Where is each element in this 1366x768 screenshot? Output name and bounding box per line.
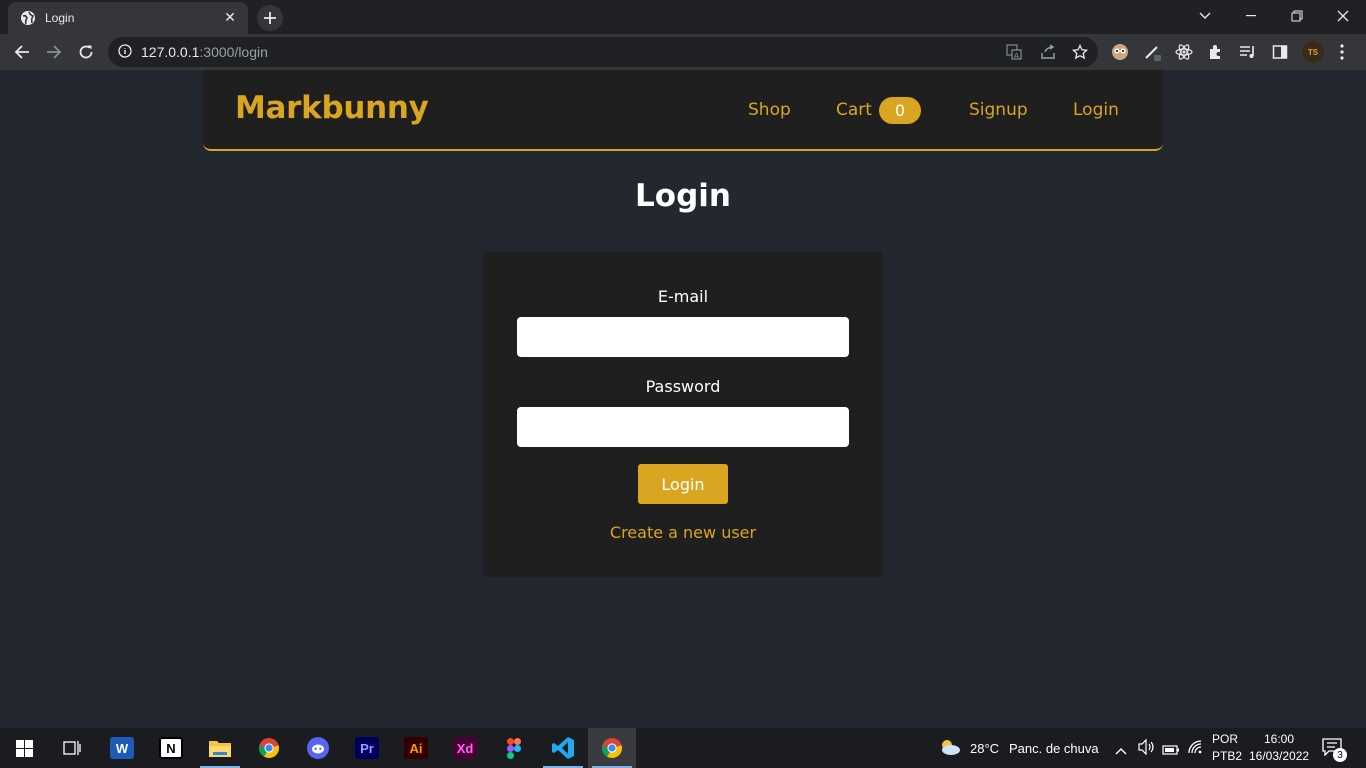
tab-close-icon[interactable]: ✕ — [222, 10, 238, 26]
chrome-icon[interactable] — [245, 728, 293, 768]
browser-tabstrip: Login ✕ — [0, 0, 1366, 34]
extension-pen-icon[interactable] — [1142, 42, 1162, 62]
bookmark-star-icon[interactable] — [1071, 43, 1089, 60]
word-icon-glyph: W — [110, 737, 134, 759]
figma-icon[interactable] — [490, 728, 538, 768]
share-icon[interactable] — [1040, 44, 1056, 60]
new-tab-button[interactable] — [257, 5, 283, 31]
wifi-icon[interactable] — [1187, 739, 1205, 759]
minimize-icon[interactable] — [1228, 0, 1274, 32]
tab-search-icon[interactable] — [1182, 0, 1228, 32]
forward-arrow-icon[interactable] — [40, 38, 68, 66]
svg-text:A: A — [1014, 52, 1019, 60]
browser-toolbar: 127.0.0.1:3000/login A TS — [0, 34, 1366, 70]
login-button[interactable]: Login — [638, 464, 728, 504]
premiere-icon-glyph: Pr — [355, 737, 379, 759]
chrome-active-icon[interactable] — [588, 728, 636, 768]
profile-avatar[interactable]: TS — [1302, 41, 1324, 63]
page-viewport: Markbunny Shop Cart 0 Signup Login Login… — [0, 70, 1366, 728]
file-explorer-icon[interactable] — [196, 728, 244, 768]
login-form: E-mail Password Login Create a new user — [483, 252, 883, 577]
clock-date[interactable]: 16/03/2022 — [1249, 749, 1309, 763]
url-text: 127.0.0.1:3000/login — [141, 44, 268, 60]
close-window-icon[interactable] — [1320, 0, 1366, 32]
info-icon[interactable] — [118, 43, 132, 62]
password-label: Password — [645, 377, 721, 396]
nav-login-link[interactable]: Login — [1073, 100, 1119, 120]
word-icon[interactable]: W — [98, 728, 146, 768]
xd-icon-glyph: Xd — [453, 737, 477, 759]
reload-icon[interactable] — [72, 38, 100, 66]
profile-avatar-label: TS — [1307, 47, 1319, 57]
notion-icon[interactable]: N — [147, 728, 195, 768]
clock-time[interactable]: 16:00 — [1264, 732, 1294, 746]
xd-icon[interactable]: Xd — [441, 728, 489, 768]
illustrator-icon[interactable]: Ai — [392, 728, 440, 768]
language-indicator[interactable]: POR — [1212, 732, 1238, 746]
password-field[interactable] — [517, 407, 849, 447]
email-label: E-mail — [657, 287, 709, 306]
weather-temperature[interactable]: 28°C — [970, 741, 999, 756]
back-arrow-icon[interactable] — [8, 38, 36, 66]
globe-icon — [20, 10, 36, 26]
windows-taskbar: W N Pr Ai Xd 28°C Panc. de chuva POR PTB… — [0, 728, 1366, 768]
page-title: Login — [635, 178, 731, 214]
plus-icon — [264, 12, 276, 24]
react-devtools-icon[interactable] — [1174, 42, 1194, 62]
site-navbar: Markbunny Shop Cart 0 Signup Login — [203, 70, 1163, 151]
nav-signup-link[interactable]: Signup — [969, 100, 1028, 120]
windows-start-icon[interactable] — [0, 728, 48, 768]
weather-icon[interactable] — [938, 738, 962, 762]
email-field[interactable] — [517, 317, 849, 357]
site-logo[interactable]: Markbunny — [235, 90, 429, 126]
side-panel-icon[interactable] — [1270, 42, 1290, 62]
nav-shop-link[interactable]: Shop — [748, 100, 791, 120]
battery-icon[interactable] — [1162, 741, 1180, 760]
browser-tab[interactable]: Login ✕ — [8, 2, 248, 34]
browser-menu-icon[interactable] — [1332, 42, 1352, 62]
task-view-icon[interactable] — [48, 728, 96, 768]
illustrator-icon-glyph: Ai — [404, 737, 428, 759]
extension-owl-icon[interactable] — [1110, 42, 1130, 62]
tab-title: Login — [45, 11, 75, 25]
create-user-link[interactable]: Create a new user — [483, 523, 883, 542]
notion-icon-glyph: N — [159, 737, 183, 759]
volume-icon[interactable] — [1138, 738, 1156, 759]
discord-icon[interactable] — [294, 728, 342, 768]
extensions-puzzle-icon[interactable] — [1206, 42, 1226, 62]
restore-icon[interactable] — [1274, 0, 1320, 32]
keyboard-layout-indicator[interactable]: PTB2 — [1212, 749, 1242, 763]
weather-description[interactable]: Panc. de chuva — [1009, 741, 1099, 756]
nav-cart-link[interactable]: Cart — [836, 100, 872, 120]
show-hidden-icons-icon[interactable] — [1115, 741, 1127, 760]
vscode-icon[interactable] — [539, 728, 587, 768]
premiere-icon[interactable]: Pr — [343, 728, 391, 768]
media-queue-icon[interactable] — [1238, 42, 1258, 62]
notification-count-badge: 3 — [1333, 748, 1347, 762]
translate-icon[interactable]: A — [1006, 44, 1022, 60]
address-bar[interactable]: 127.0.0.1:3000/login A — [108, 37, 1098, 67]
cart-count-badge: 0 — [879, 97, 921, 124]
